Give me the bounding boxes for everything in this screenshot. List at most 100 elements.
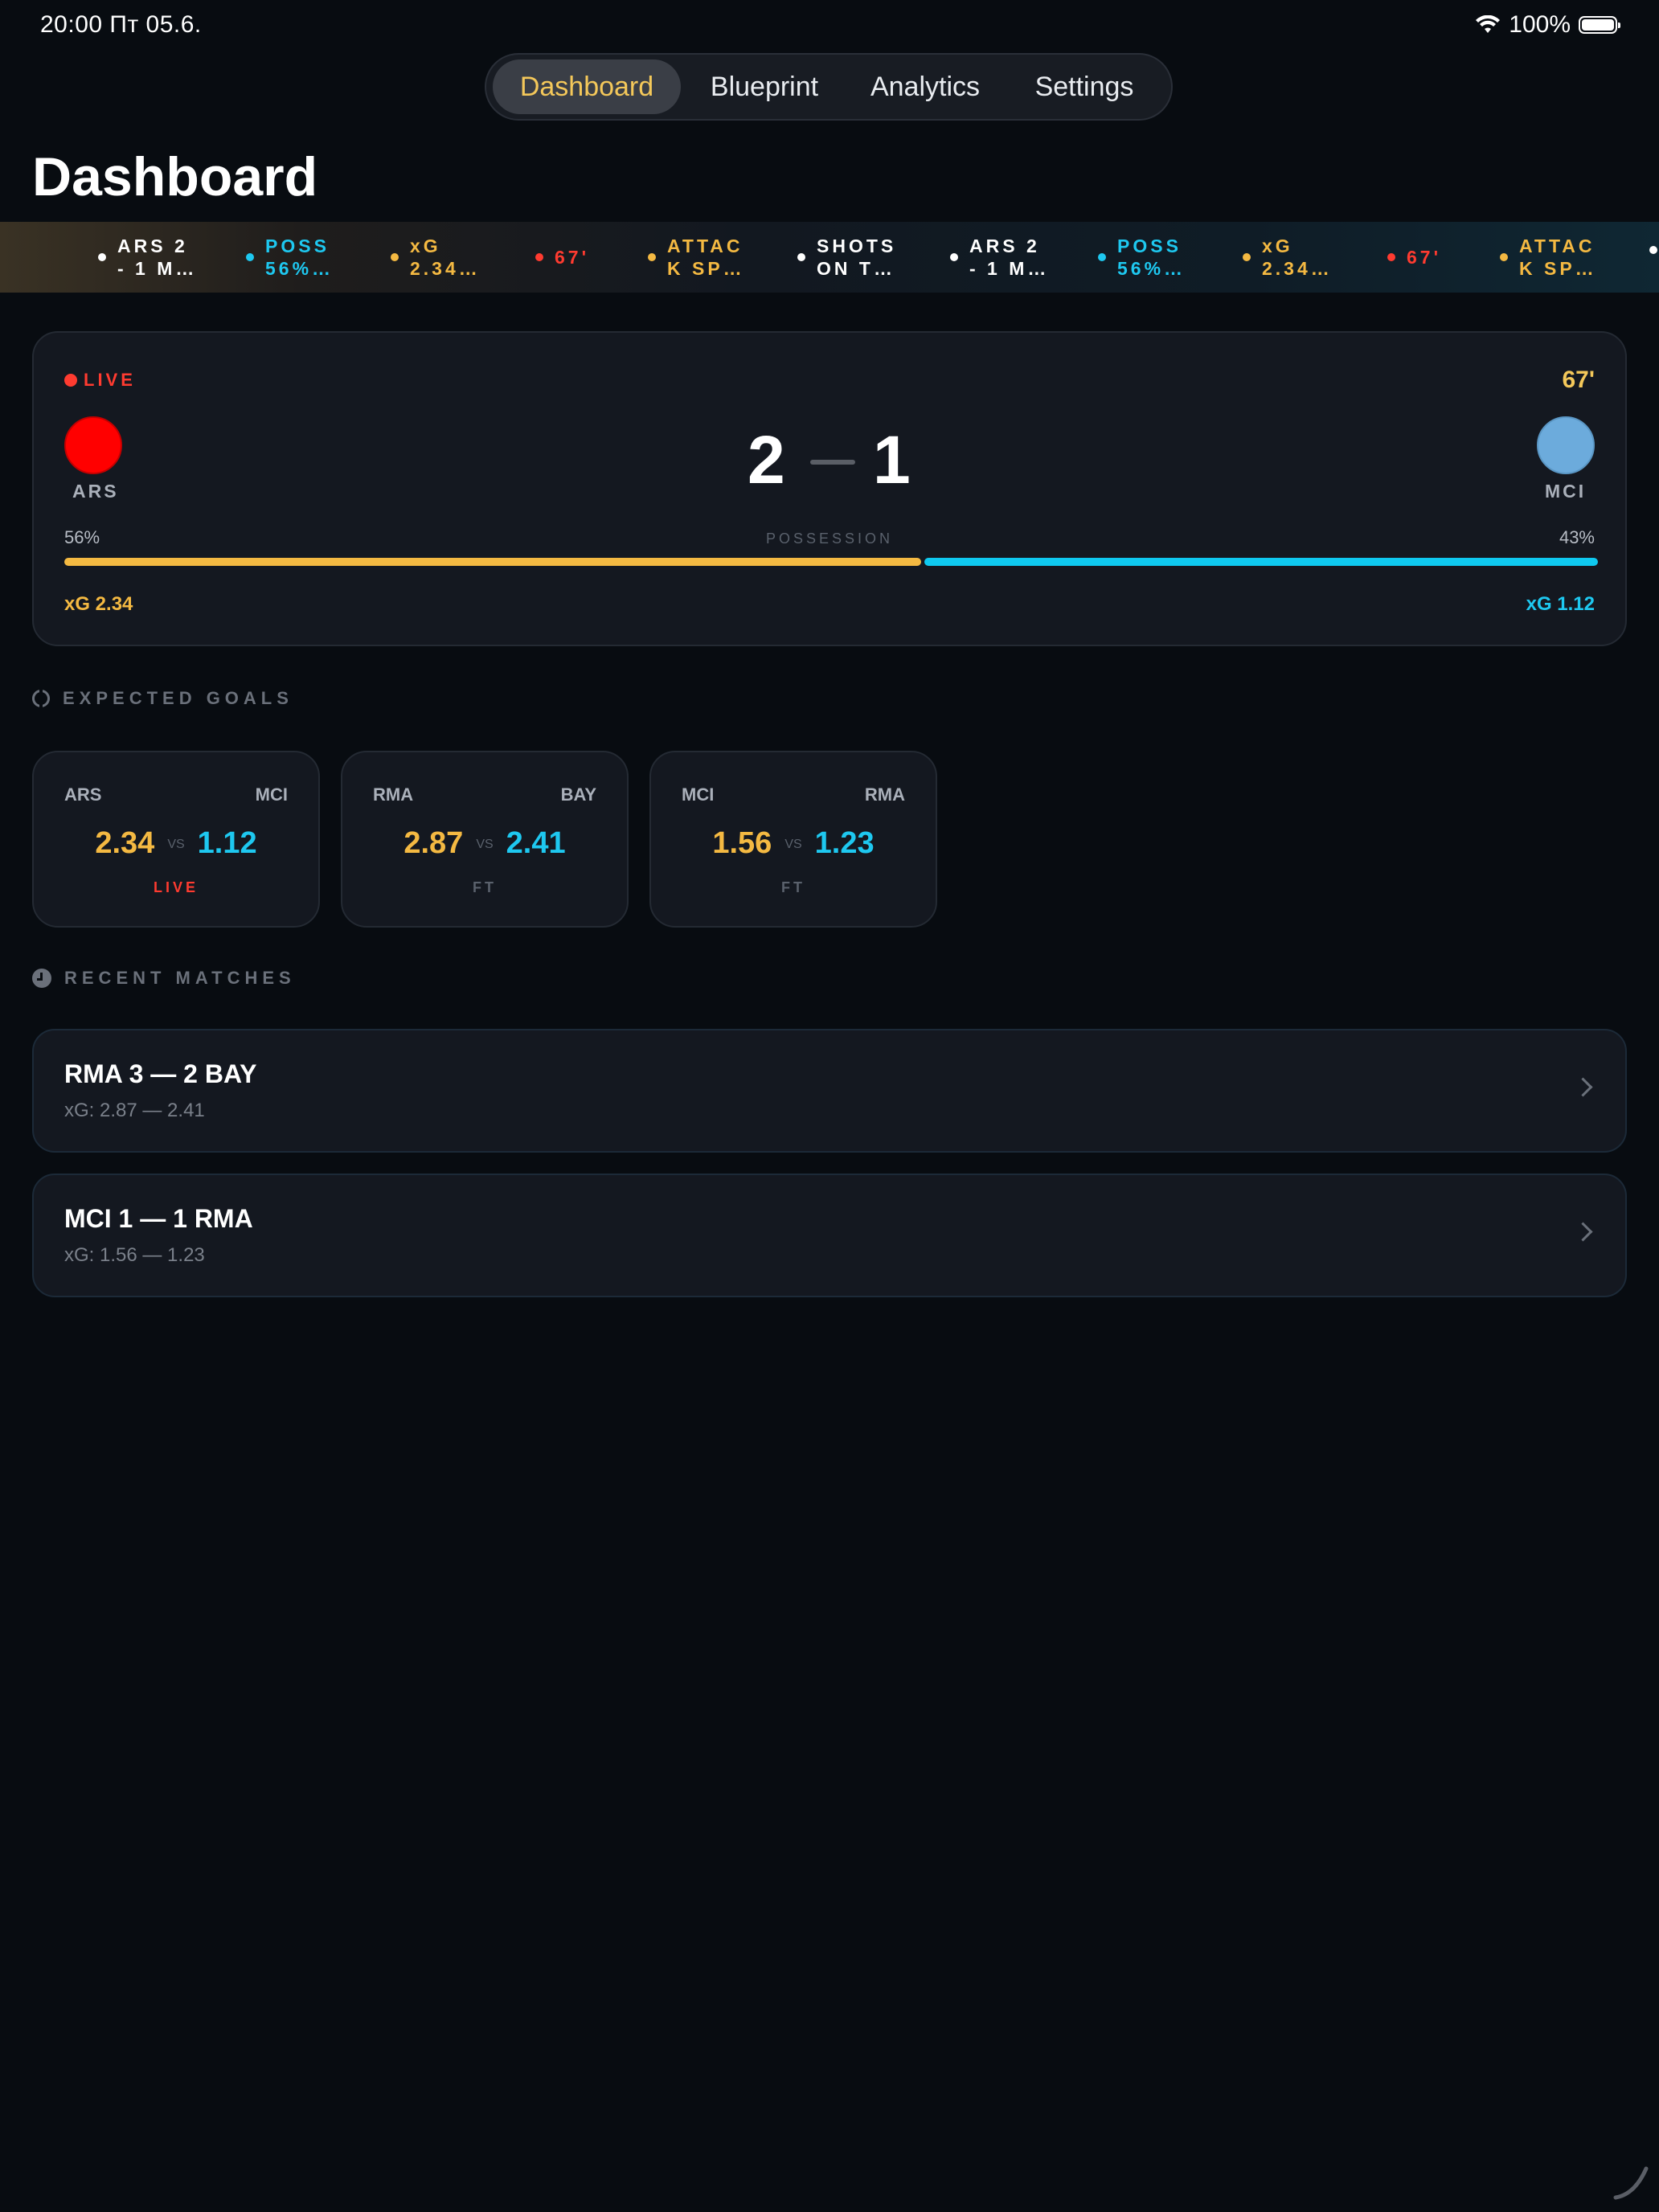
live-match-card[interactable]: LIVE 67' ARS MCI 2 1 56% POSSESSION 43% … [32,331,1627,646]
ticker-dot [391,253,399,261]
ticker-text: ARS 2 - 1 M… [117,236,198,279]
match-xg: xG: 1.56 — 1.23 [64,1244,205,1266]
ticker-dot [1649,246,1657,254]
xg-card-home: RMA [373,784,414,805]
ticker-dot [1387,253,1395,261]
tab-settings[interactable]: Settings [1012,59,1157,114]
match-title: MCI 1 — 1 RMA [64,1204,253,1233]
away-xg: xG 1.12 [1526,593,1595,615]
ticker-item: SHOTS ON T… [797,235,897,280]
resize-corner-icon[interactable] [1611,2162,1651,2202]
xg-card-vs: VS [167,837,185,851]
section-title: RECENT MATCHES [64,968,296,988]
ticker: ARS 2 - 1 M… POSS 56%… xG 2.34… 67' ATTA… [0,222,1659,293]
ticker-item: ATTAC K SP… [648,235,748,280]
ticker-item [1649,246,1659,254]
ticker-dot [1500,253,1508,261]
away-team-code: MCI [1545,481,1587,502]
ticker-dot [797,253,805,261]
battery-icon [1579,16,1620,34]
xg-card-status: FT [473,879,497,895]
recent-matches-heading: RECENT MATCHES [32,968,296,989]
xg-card-away-value: 1.12 [197,826,257,860]
clock-icon [32,969,51,988]
page-title: Dashboard [32,146,318,207]
status-right: 100% [1475,11,1620,39]
ticker-dot [648,253,656,261]
ticker-dot [98,253,106,261]
live-dot-icon [64,374,77,387]
ticker-dot [535,253,543,261]
live-label: LIVE [84,370,136,390]
ticker-item: xG 2.34… [1243,235,1342,280]
ticker-item: 67' [1387,246,1487,268]
xg-card-home-value: 1.56 [712,826,772,860]
away-possession: 43% [1559,527,1595,547]
ticker-item: ARS 2 - 1 M… [950,235,1050,280]
home-xg: xG 2.34 [64,593,133,615]
possession-label: POSSESSION [765,530,894,547]
match-minute: 67' [1562,367,1595,393]
ticker-text: xG 2.34… [410,236,481,279]
xg-card-away: MCI [255,784,288,805]
ticker-text: POSS 56%… [265,236,334,279]
xg-card-values: 1.56 VS 1.23 [651,826,936,861]
crosshair-icon [32,687,50,710]
away-team-crest [1537,416,1595,474]
ticker-dot [1098,253,1106,261]
ticker-item: xG 2.34… [391,235,490,280]
home-team-crest [64,416,122,474]
ticker-text: 67' [555,247,590,268]
xg-card-away-value: 2.41 [506,826,566,860]
xg-card[interactable]: ARS MCI 2.34 VS 1.12 LIVE [32,751,320,928]
status-bar: 20:00 Пт 05.6. 100% [0,0,1659,51]
tab-analytics[interactable]: Analytics [850,59,1001,114]
tab-blueprint[interactable]: Blueprint [692,59,837,114]
home-score: 2 [748,422,785,498]
ticker-dot [950,253,958,261]
xg-card-home: ARS [64,784,102,805]
xg-card-away: RMA [864,784,905,805]
match-xg: xG: 2.87 — 2.41 [64,1100,205,1121]
away-possession-bar [924,558,1598,566]
recent-match-row[interactable]: MCI 1 — 1 RMA xG: 1.56 — 1.23 [32,1174,1627,1297]
xg-card-away-value: 1.23 [814,826,875,860]
ticker-text: ATTAC K SP… [1519,236,1597,279]
ticker-text: ATTAC K SP… [667,236,745,279]
ticker-item: ATTAC K SP… [1500,235,1600,280]
xg-card-values: 2.34 VS 1.12 [34,826,318,861]
ticker-text: xG 2.34… [1262,236,1333,279]
ticker-item: 67' [535,246,635,268]
battery-percent: 100% [1509,11,1571,38]
away-score: 1 [873,422,911,498]
ticker-item: ARS 2 - 1 M… [98,235,198,280]
home-team-code: ARS [72,481,119,502]
chevron-right-icon [1573,1222,1593,1242]
section-title: EXPECTED GOALS [63,688,293,708]
xg-card-status: LIVE [153,879,199,895]
home-possession-bar [64,558,921,566]
xg-card-away: BAY [560,784,596,805]
xg-card[interactable]: MCI RMA 1.56 VS 1.23 FT [649,751,937,928]
expected-goals-heading: EXPECTED GOALS [32,687,293,710]
wifi-icon [1476,15,1501,33]
xg-card-vs: VS [784,837,802,851]
ticker-text: SHOTS ON T… [817,236,897,279]
ticker-dot [1243,253,1251,261]
ticker-dot [246,253,254,261]
ticker-text: ARS 2 - 1 M… [969,236,1050,279]
recent-match-row[interactable]: RMA 3 — 2 BAY xG: 2.87 — 2.41 [32,1029,1627,1153]
xg-card-values: 2.87 VS 2.41 [342,826,627,861]
xg-card-status: FT [781,879,805,895]
ticker-item: POSS 56%… [1098,235,1198,280]
tab-dashboard[interactable]: Dashboard [493,59,681,114]
xg-card-home-value: 2.87 [403,826,464,860]
xg-card[interactable]: RMA BAY 2.87 VS 2.41 FT [341,751,629,928]
xg-card-home: MCI [682,784,715,805]
match-title: RMA 3 — 2 BAY [64,1059,257,1088]
status-time: 20:00 Пт 05.6. [40,11,202,38]
xg-card-home-value: 2.34 [95,826,155,860]
xg-card-vs: VS [476,837,494,851]
ticker-item: POSS 56%… [246,235,346,280]
live-badge: LIVE [64,370,136,391]
